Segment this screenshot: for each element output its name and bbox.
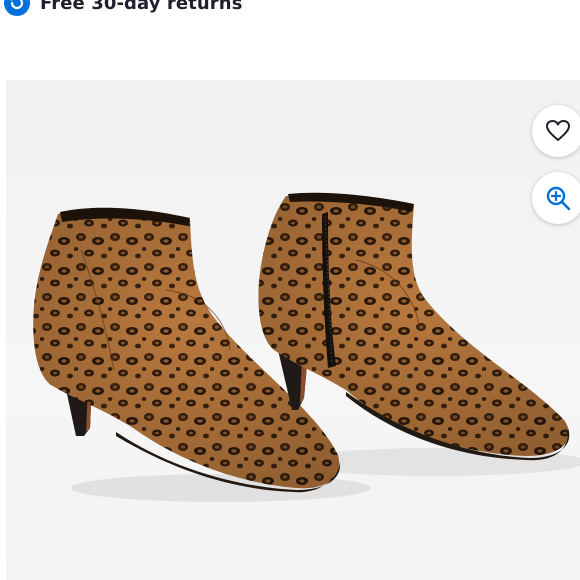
product-image (6, 80, 580, 580)
returns-banner: Free 30-day returns (4, 0, 243, 16)
returns-icon (4, 0, 30, 16)
leopard-boots-image (33, 192, 580, 502)
favorite-button[interactable] (532, 105, 580, 157)
returns-text: Free 30-day returns (40, 0, 243, 14)
zoom-in-icon (546, 186, 571, 211)
heart-icon (546, 120, 570, 141)
zoom-button[interactable] (532, 172, 580, 224)
